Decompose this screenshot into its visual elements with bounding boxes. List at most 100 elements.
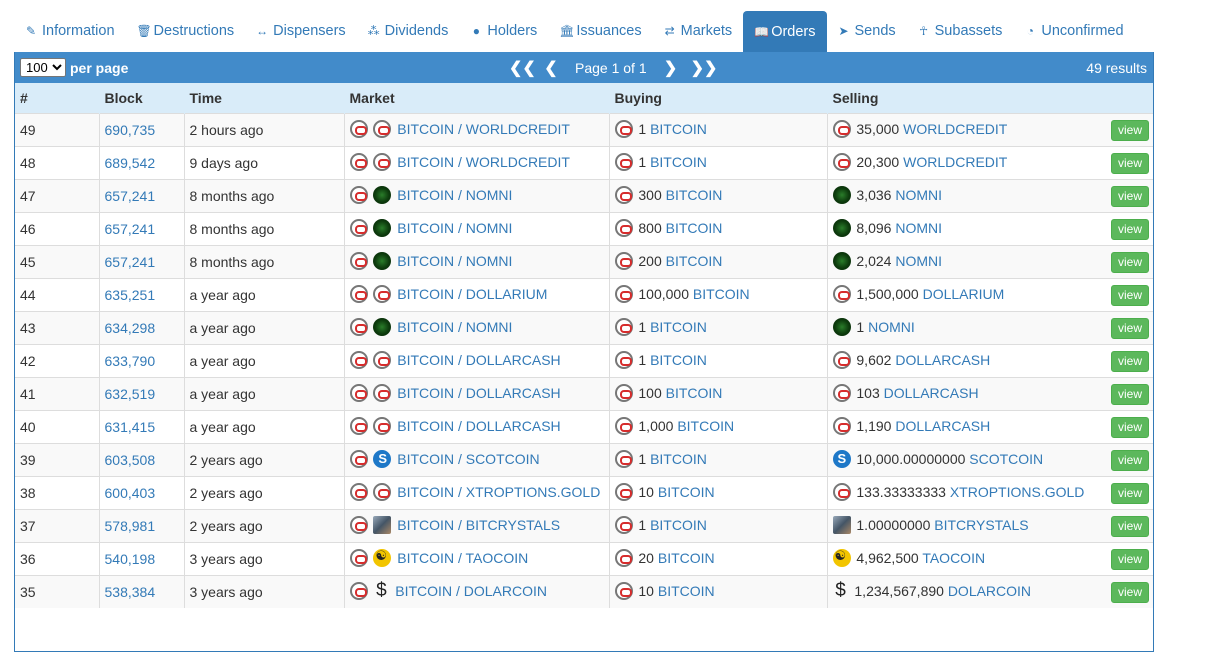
view-button[interactable]: view [1110, 384, 1149, 405]
block-link[interactable]: 634,298 [105, 320, 156, 336]
per-page-select[interactable]: 100 [20, 58, 66, 77]
block-link[interactable]: 657,241 [105, 254, 156, 270]
selling-asset-link[interactable]: DOLLARCASH [895, 352, 990, 368]
prev-page-button[interactable]: ❮ [531, 58, 571, 78]
buying-asset-link[interactable]: BITCOIN [650, 451, 707, 467]
buying-asset-link[interactable]: BITCOIN [666, 253, 723, 269]
market-link[interactable]: BITCOIN / NOMNI [397, 319, 512, 335]
tab-sends[interactable]: ➤ Sends [827, 11, 907, 51]
bitcoin-icon [349, 450, 368, 469]
block-link[interactable]: 603,508 [105, 452, 156, 468]
order-number: 39 [15, 443, 99, 477]
market-link[interactable]: BITCOIN / NOMNI [397, 253, 512, 269]
bitcoin-icon [349, 351, 368, 370]
block-link[interactable]: 657,241 [105, 188, 156, 204]
selling-asset-link[interactable]: NOMNI [895, 253, 942, 269]
market-link[interactable]: BITCOIN / TAOCOIN [397, 550, 528, 566]
nomni-icon [373, 252, 392, 271]
view-button[interactable]: view [1110, 549, 1149, 570]
block-link[interactable]: 689,542 [105, 155, 156, 171]
first-page-button[interactable]: ❮❮ [509, 58, 536, 78]
tab-issuances[interactable]: 🏛 Issuances [548, 11, 652, 51]
view-button[interactable]: view [1110, 483, 1149, 504]
view-button[interactable]: view [1110, 120, 1149, 141]
selling-asset-link[interactable]: WORLDCREDIT [903, 154, 1007, 170]
buying-asset-link[interactable]: BITCOIN [650, 352, 707, 368]
tab-subassets[interactable]: ☥ Subassets [907, 11, 1014, 51]
tab-dispensers[interactable]: ↔ Dispensers [245, 11, 357, 51]
selling-asset-link[interactable]: DOLLARCASH [884, 385, 979, 401]
view-button[interactable]: view [1110, 516, 1149, 537]
tab-orders[interactable]: 📖 Orders [743, 11, 827, 52]
view-button[interactable]: view [1110, 450, 1149, 471]
block-link[interactable]: 540,198 [105, 551, 156, 567]
nomni-icon [373, 219, 392, 238]
view-button[interactable]: view [1110, 153, 1149, 174]
block-link[interactable]: 600,403 [105, 485, 156, 501]
market-link[interactable]: BITCOIN / DOLLARCASH [397, 385, 560, 401]
selling-asset-link[interactable]: DOLARCOIN [948, 583, 1031, 599]
market-link[interactable]: BITCOIN / DOLLARCASH [397, 352, 560, 368]
selling-asset-link[interactable]: NOMNI [895, 220, 942, 236]
tab-holders[interactable]: ● Holders [459, 11, 548, 51]
selling-asset-link[interactable]: BITCRYSTALS [934, 517, 1028, 533]
table-row: 39603,5082 years ago BITCOIN / SCOTCOIN … [15, 443, 1153, 477]
market-link[interactable]: BITCOIN / NOMNI [397, 187, 512, 203]
tab-destructions[interactable]: 🗑 Destructions [126, 11, 246, 51]
market-link[interactable]: BITCOIN / SCOTCOIN [397, 451, 539, 467]
block-link[interactable]: 633,790 [105, 353, 156, 369]
selling-asset-link[interactable]: NOMNI [895, 187, 942, 203]
buying-asset-link[interactable]: BITCOIN [666, 385, 723, 401]
view-button[interactable]: view [1110, 351, 1149, 372]
view-button[interactable]: view [1110, 219, 1149, 240]
buying-asset-link[interactable]: BITCOIN [666, 220, 723, 236]
block-link[interactable]: 538,384 [105, 584, 156, 600]
buying-asset-link[interactable]: BITCOIN [650, 154, 707, 170]
last-page-button[interactable]: ❯❯ [691, 58, 718, 78]
time-cell: 8 months ago [183, 212, 344, 246]
buying-asset-link[interactable]: BITCOIN [658, 550, 715, 566]
tab-dividends[interactable]: ⁂ Dividends [357, 11, 460, 51]
market-link[interactable]: BITCOIN / XTROPTIONS.GOLD [397, 484, 600, 500]
buying-amount: 1 [638, 318, 647, 335]
buying-asset-link[interactable]: BITCOIN [666, 187, 723, 203]
block-link[interactable]: 632,519 [105, 386, 156, 402]
block-link[interactable]: 657,241 [105, 221, 156, 237]
view-button[interactable]: view [1110, 186, 1149, 207]
buying-asset-link[interactable]: BITCOIN [658, 583, 715, 599]
table-row: 46 657,241 8 months ago BITCOIN / NOMNI 80… [15, 212, 1153, 246]
buying-asset-link[interactable]: BITCOIN [658, 484, 715, 500]
view-button[interactable]: view [1110, 417, 1149, 438]
market-link[interactable]: BITCOIN / NOMNI [397, 220, 512, 236]
buying-asset-link[interactable]: BITCOIN [650, 517, 707, 533]
view-button[interactable]: view [1110, 285, 1149, 306]
market-link[interactable]: BITCOIN / WORLDCREDIT [397, 154, 570, 170]
market-link[interactable]: BITCOIN / BITCRYSTALS [397, 517, 560, 533]
market-link[interactable]: BITCOIN / DOLLARIUM [397, 286, 547, 302]
block-link[interactable]: 578,981 [105, 518, 156, 534]
selling-asset-link[interactable]: DOLLARCASH [895, 418, 990, 434]
selling-asset-link[interactable]: DOLLARIUM [923, 286, 1005, 302]
block-link[interactable]: 631,415 [105, 419, 156, 435]
selling-asset-link[interactable]: SCOTCOIN [969, 451, 1043, 467]
buying-asset-link[interactable]: BITCOIN [677, 418, 734, 434]
view-button[interactable]: view [1110, 582, 1149, 603]
selling-asset-link[interactable]: WORLDCREDIT [903, 121, 1007, 137]
tab-information[interactable]: ✎ Information [14, 11, 126, 51]
block-link[interactable]: 690,735 [105, 122, 156, 138]
buying-asset-link[interactable]: BITCOIN [693, 286, 750, 302]
view-button[interactable]: view [1110, 318, 1149, 339]
buying-asset-link[interactable]: BITCOIN [650, 121, 707, 137]
tab-markets[interactable]: ⇄ Markets [653, 11, 744, 51]
selling-asset-link[interactable]: NOMNI [868, 319, 915, 335]
selling-asset-link[interactable]: TAOCOIN [922, 550, 985, 566]
market-link[interactable]: BITCOIN / DOLLARCASH [397, 418, 560, 434]
block-link[interactable]: 635,251 [105, 287, 156, 303]
view-button[interactable]: view [1110, 252, 1149, 273]
buying-asset-link[interactable]: BITCOIN [650, 319, 707, 335]
market-link[interactable]: BITCOIN / DOLARCOIN [395, 583, 547, 599]
selling-asset-link[interactable]: XTROPTIONS.GOLD [950, 484, 1085, 500]
next-page-button[interactable]: ❯ [651, 58, 691, 78]
tab-unconfirmed[interactable]: ◔ Unconfirmed [1013, 11, 1134, 51]
market-link[interactable]: BITCOIN / WORLDCREDIT [397, 121, 570, 137]
